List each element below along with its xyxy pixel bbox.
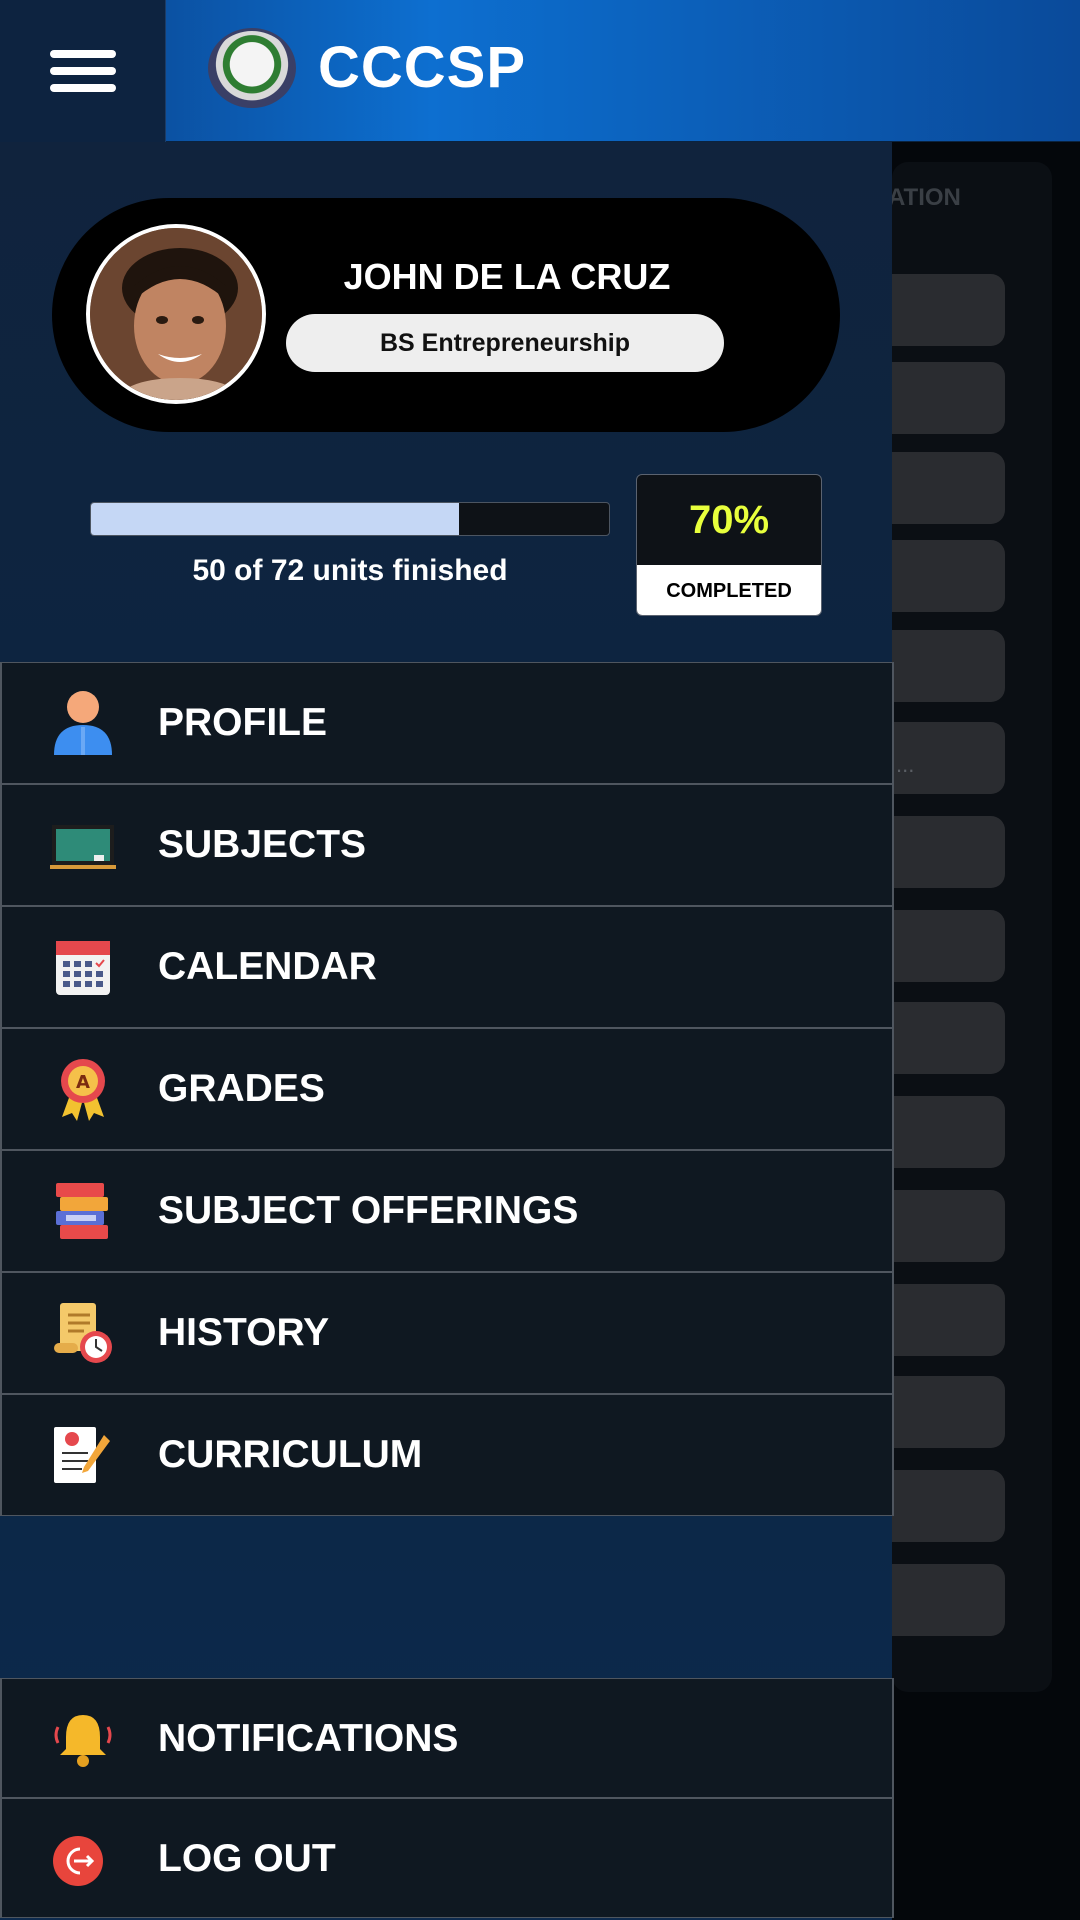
app-bar: CCCSP [0,0,1080,142]
menu-item-label: NOTIFICATIONS [158,1717,459,1760]
drawer-bottom-menu: NOTIFICATIONS LOG OUT [0,1678,894,1918]
menu-item-label: LOG OUT [158,1837,336,1880]
menu-item-label: CALENDAR [158,945,377,988]
user-name: JOHN DE LA CRUZ [343,256,671,297]
completion-box: 70% COMPLETED [636,474,822,616]
svg-text:A: A [76,1072,90,1093]
units-progress-bar [90,502,610,536]
program-badge: BS Entrepreneurship [286,314,724,372]
menu-item-grades[interactable]: A GRADES [0,1028,894,1150]
background-tab: ATION [888,184,961,211]
menu-item-logout[interactable]: LOG OUT [0,1798,894,1918]
menu-item-label: SUBJECT OFFERINGS [158,1189,579,1232]
menu-item-label: HISTORY [158,1311,330,1354]
college-logo [208,28,296,108]
menu-item-history[interactable]: HISTORY [0,1272,894,1394]
units-progress-text: 50 of 72 units finished [192,554,508,587]
background-ellipsis: ... [896,752,915,777]
menu-item-calendar[interactable]: CALENDAR [0,906,894,1028]
scroll-clock-icon [54,1303,112,1363]
avatar [86,224,266,404]
menu-item-profile[interactable]: PROFILE [0,662,894,784]
chalkboard-icon [50,825,116,869]
menu-item-subject-offerings[interactable]: SUBJECT OFFERINGS [0,1150,894,1272]
document-pen-icon [54,1427,110,1483]
completion-label: COMPLETED [637,565,821,615]
award-ribbon-icon: A [61,1059,105,1121]
navigation-drawer: JOHN DE LA CRUZ BS Entrepreneurship 50 o… [0,142,894,1920]
menu-icon [49,41,116,101]
profile-card[interactable]: JOHN DE LA CRUZ BS Entrepreneurship [52,198,840,432]
person-icon [54,691,112,755]
bell-icon [54,1715,112,1767]
books-icon [56,1183,108,1239]
menu-item-subjects[interactable]: SUBJECTS [0,784,894,906]
calendar-icon [56,941,110,995]
menu-item-label: GRADES [158,1067,325,1110]
completion-percent: 70% [688,498,770,542]
hamburger-menu-button[interactable] [0,0,166,142]
menu-item-label: PROFILE [158,701,328,744]
units-progress-fill [91,503,459,535]
menu-item-label: CURRICULUM [158,1433,423,1476]
drawer-menu: PROFILE SUBJECTS CALENDAR A GRADES SUBJE… [0,662,894,1516]
menu-item-curriculum[interactable]: CURRICULUM [0,1394,894,1516]
menu-item-notifications[interactable]: NOTIFICATIONS [0,1678,894,1798]
logout-icon [53,1836,103,1886]
menu-item-label: SUBJECTS [158,823,367,866]
app-title: CCCSP [318,35,527,100]
